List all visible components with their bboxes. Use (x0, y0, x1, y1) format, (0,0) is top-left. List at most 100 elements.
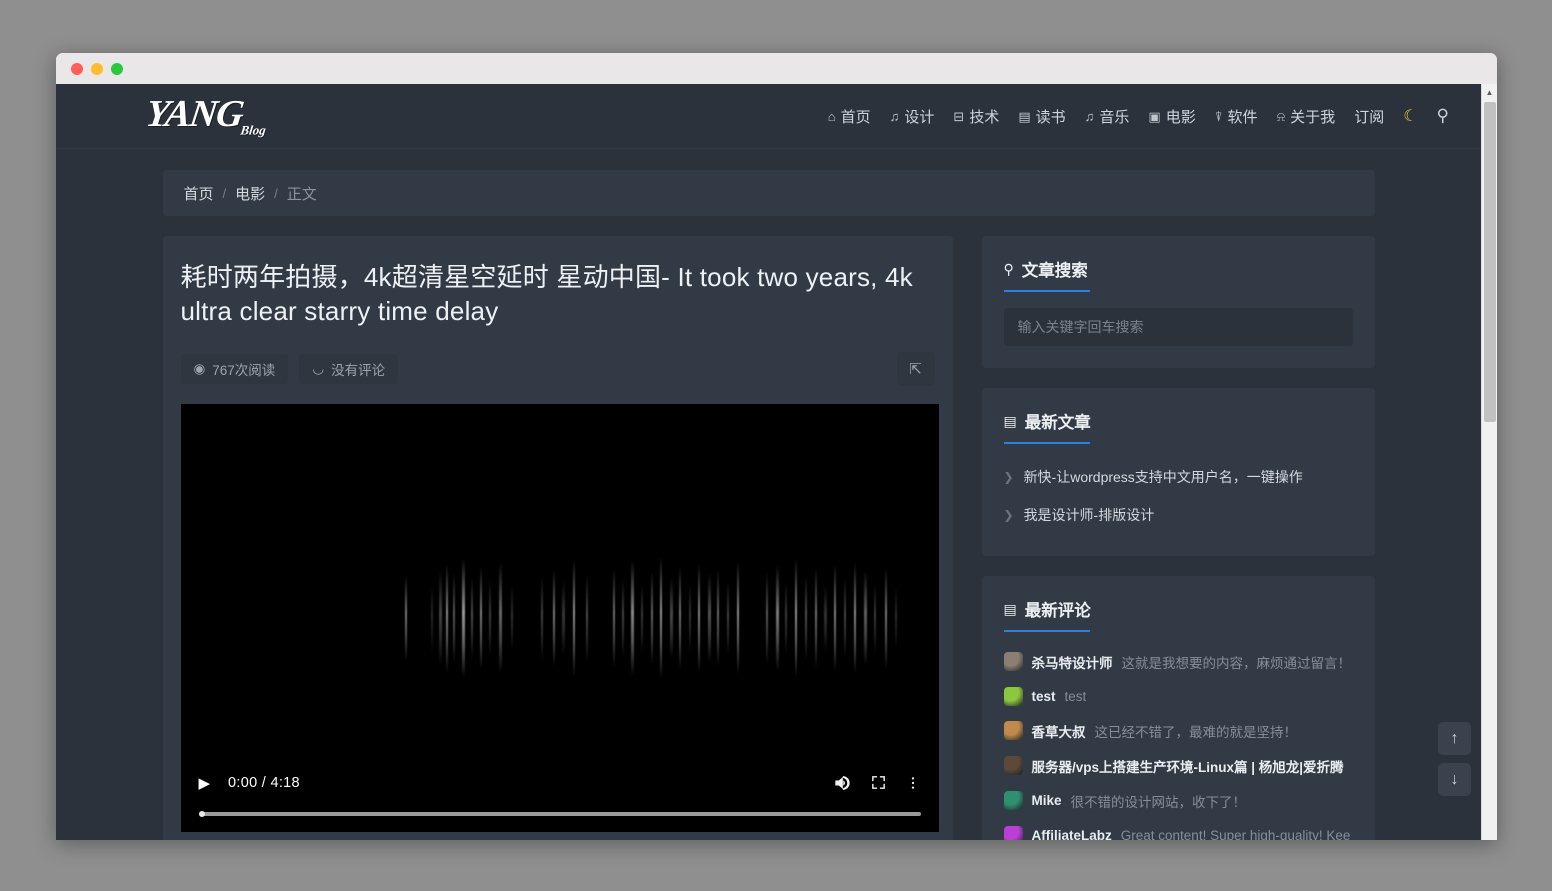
chevron-right-icon: ❯ (1003, 470, 1014, 484)
comment-author: 杀马特设计师 (1031, 655, 1113, 671)
minimize-window-button[interactable] (91, 62, 103, 75)
monster-avatar (1003, 756, 1023, 775)
nav-item-tech[interactable]: ⊟ 技术 (953, 106, 999, 127)
comment-text: test (1064, 688, 1087, 704)
comment-author: 香草大叔 (1031, 724, 1086, 740)
search-icon: ⚲ (1003, 260, 1014, 277)
list-item[interactable]: Mike 很不错的设计网站，收下了！ (1003, 783, 1353, 818)
nav-item-movie[interactable]: ▣ 电影 (1148, 106, 1195, 127)
volume-icon[interactable] (832, 773, 852, 793)
film-icon: ▣ (1148, 108, 1161, 124)
site-logo[interactable]: YANGBlog (93, 93, 271, 138)
browser-viewport: YANGBlog ⌂ 首页 ♫ 设计 ⊟ 技术 ▤ 读书 ♫ 音乐 ▣ 电影 ⍒… (56, 84, 1497, 840)
comment-text: 这就是我想要的内容，麻烦通过留言！ (1121, 655, 1352, 671)
content-columns: 耗时两年拍摄，4k超清星空延时 星动中国- It took two years,… (162, 236, 1375, 841)
user-icon: ⍾ (1276, 108, 1286, 124)
home-icon: ⌂ (827, 108, 836, 124)
nav-item-home[interactable]: ⌂ 首页 (828, 106, 871, 127)
grid-icon: ▤ (1003, 600, 1017, 617)
breadcrumb-separator: / (222, 185, 227, 201)
view-count-chip: ◉ 767次阅读 (180, 353, 289, 384)
terminal-icon: ⊟ (953, 108, 965, 124)
video-controls: ▶ 0:00 / 4:18 (181, 758, 939, 832)
list-item[interactable]: 香草大叔 这已经不错了，最难的就是坚持！ (1003, 713, 1353, 748)
nav-item-software[interactable]: ⍒ 软件 (1215, 106, 1258, 127)
article-meta-row: ◉ 767次阅读 ◡ 没有评论 ⇱ (180, 351, 935, 386)
nav-item-reading[interactable]: ▤ 读书 (1018, 106, 1065, 127)
breadcrumb-item-home[interactable]: 首页 (184, 183, 214, 204)
widget-title-label: 最新文章 (1024, 414, 1091, 432)
post-title: 我是设计师-排版设计 (1023, 507, 1155, 523)
list-item[interactable]: ❯ 新快-让wordpress支持中文用户名，一键操作 (1004, 458, 1353, 496)
search-input[interactable] (1003, 308, 1353, 346)
eye-icon: ◉ (193, 360, 206, 376)
video-progress-bar[interactable] (198, 810, 921, 817)
article-card: 耗时两年拍摄，4k超清星空延时 星动中国- It took two years,… (162, 236, 953, 840)
nav-item-design[interactable]: ♫ 设计 (890, 106, 935, 127)
list-item[interactable]: ❯ 我是设计师-排版设计 (1004, 496, 1353, 534)
page-scroll-area: 首页 / 电影 / 正文 耗时两年拍摄，4k超清星空延时 星动中国- It to… (56, 149, 1481, 840)
header-search-button[interactable]: ⚲ (1437, 106, 1449, 126)
expand-icon[interactable]: ⇱ (896, 351, 935, 386)
dark-mode-toggle[interactable]: ☾ (1403, 106, 1417, 126)
fullscreen-icon[interactable] (870, 774, 887, 791)
scrollbar-thumb[interactable] (1484, 102, 1496, 422)
play-icon[interactable]: ▶ (199, 774, 211, 792)
moon-icon: ☾ (1403, 108, 1418, 125)
widget-title-search: ⚲ 文章搜索 (1003, 257, 1353, 292)
widget-title-latest-comments: ▤ 最新评论 (1003, 597, 1353, 632)
comment-author: test (1031, 688, 1056, 704)
browser-window: YANGBlog ⌂ 首页 ♫ 设计 ⊟ 技术 ▤ 读书 ♫ 音乐 ▣ 电影 ⍒… (56, 53, 1497, 840)
video-player[interactable]: ▶ 0:00 / 4:18 (180, 403, 939, 832)
video-time-display: 0:00 / 4:18 (228, 774, 300, 791)
view-count-label: 767次阅读 (212, 362, 276, 378)
list-item[interactable]: 服务器/vps上搭建生产环境-Linux篇 | 杨旭龙|爱折腾 (1003, 748, 1353, 783)
comment-author: 服务器/vps上搭建生产环境-Linux篇 | 杨旭龙|爱折腾 (1031, 759, 1344, 775)
site-logo-sub: Blog (239, 122, 267, 138)
widget-title-label: 文章搜索 (1021, 262, 1088, 280)
list-item[interactable]: test test (1003, 679, 1353, 713)
nav-label: 读书 (1035, 108, 1066, 126)
nav-label: 关于我 (1290, 108, 1336, 126)
photo-avatar (1003, 652, 1023, 671)
nav-label: 设计 (904, 108, 935, 126)
close-window-button[interactable] (71, 62, 83, 75)
video-progress-handle[interactable] (198, 810, 205, 817)
window-titlebar (56, 53, 1497, 84)
main-column: 耗时两年拍摄，4k超清星空延时 星动中国- It took two years,… (162, 236, 953, 840)
comment-author: Mike (1031, 793, 1062, 808)
breadcrumb-item-movie[interactable]: 电影 (235, 183, 265, 204)
widget-title-label: 最新评论 (1024, 602, 1091, 620)
list-item[interactable]: AffiliateLabz Great content! Super high-q… (1003, 818, 1353, 841)
scroll-to-top-button[interactable]: ↑ (1438, 722, 1471, 755)
page-scrollbar[interactable]: ▲ (1481, 84, 1497, 840)
comment-icon: ◡ (312, 360, 325, 376)
page-title: 耗时两年拍摄，4k超清星空延时 星动中国- It took two years,… (180, 262, 913, 327)
comment-text: Great content! Super high-quality! Kee (1120, 827, 1351, 841)
sidebar: ⚲ 文章搜索 ▤ 最新文章 ❯ (981, 236, 1375, 841)
comment-text: 很不错的设计网站，收下了！ (1070, 794, 1247, 810)
nav-item-music[interactable]: ♫ 音乐 (1085, 106, 1130, 127)
monster-avatar (1003, 686, 1023, 706)
main-navigation: ⌂ 首页 ♫ 设计 ⊟ 技术 ▤ 读书 ♫ 音乐 ▣ 电影 ⍒ 软件 ⍾ 关于我… (828, 106, 1473, 127)
comment-author: AffiliateLabz (1031, 827, 1112, 841)
monster-avatar (1003, 791, 1023, 810)
monster-avatar (1003, 825, 1023, 840)
more-options-icon[interactable] (905, 775, 921, 791)
nav-label: 首页 (840, 108, 871, 126)
nav-label: 技术 (969, 108, 1000, 126)
grid-icon: ▤ (1003, 412, 1017, 429)
nav-item-subscribe[interactable]: 订阅 (1354, 106, 1384, 127)
comment-count-label: 没有评论 (331, 362, 386, 378)
comment-count-chip[interactable]: ◡ 没有评论 (299, 353, 399, 384)
photo-avatar (1003, 721, 1023, 740)
book-icon: ▤ (1018, 108, 1031, 124)
list-item[interactable]: 杀马特设计师 这就是我想要的内容，麻烦通过留言！ (1003, 644, 1353, 679)
maximize-window-button[interactable] (111, 62, 123, 75)
breadcrumb: 首页 / 电影 / 正文 (162, 170, 1375, 216)
scroll-to-bottom-button[interactable]: ↓ (1438, 763, 1471, 796)
widget-title-latest-posts: ▤ 最新文章 (1003, 409, 1353, 444)
nav-label: 软件 (1227, 108, 1258, 126)
nav-item-about[interactable]: ⍾ 关于我 (1277, 106, 1336, 127)
scrollbar-up-arrow[interactable]: ▲ (1482, 84, 1497, 100)
